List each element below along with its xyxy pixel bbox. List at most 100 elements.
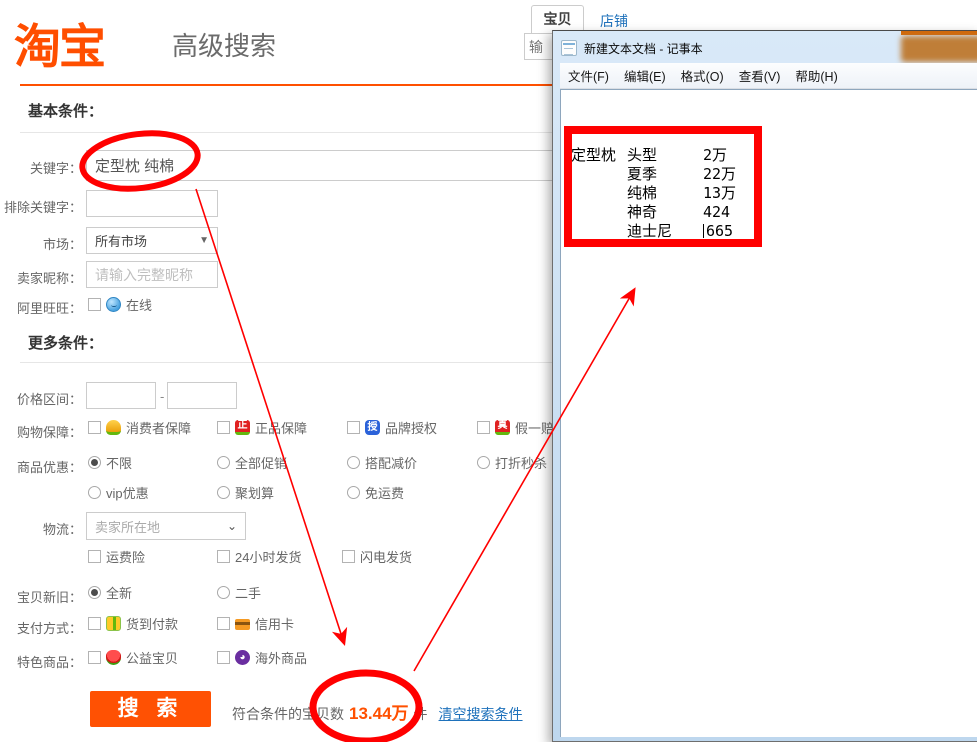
item-condition-label: 宝贝新旧： (0, 587, 82, 606)
fake-compensation-icon: 真 (495, 420, 510, 435)
result-count-prefix: 符合条件的宝贝数 (232, 704, 344, 724)
lightning-shipping-checkbox[interactable] (342, 550, 355, 563)
seller-nickname-input[interactable] (86, 261, 218, 288)
protection-option-label: 正品保障 (255, 418, 307, 437)
page-title: 高级搜索 (172, 26, 276, 63)
price-min-input[interactable] (86, 382, 156, 409)
logistics-option-label: 24小时发货 (235, 547, 301, 566)
payment-option-label: 信用卡 (255, 614, 294, 633)
logistics-option-lightning-shipping[interactable]: 闪电发货 (342, 547, 412, 566)
brand-auth-checkbox[interactable] (347, 421, 360, 434)
market-select[interactable]: 所有市场 ▼ (86, 227, 218, 254)
fake-compensation-checkbox[interactable] (477, 421, 490, 434)
menu-view[interactable]: 查看(V) (739, 66, 781, 85)
menu-format[interactable]: 格式(O) (681, 66, 724, 85)
menu-edit[interactable]: 编辑(E) (624, 66, 666, 85)
consumer-protection-checkbox[interactable] (88, 421, 101, 434)
promo-option-label: 打折秒杀 (495, 453, 547, 472)
logistics-option-freight-insurance[interactable]: 运费险 (88, 547, 145, 566)
shipping-24h-checkbox[interactable] (217, 550, 230, 563)
promo-vip-radio[interactable] (88, 486, 101, 499)
text-caret (703, 224, 704, 238)
condition-option-used[interactable]: 二手 (217, 583, 261, 602)
special-option-label: 海外商品 (255, 648, 307, 667)
payment-option-cod[interactable]: 货到付款 (88, 614, 178, 633)
taobao-logo: 淘宝 (14, 8, 104, 77)
brand-auth-icon: 授 (365, 420, 380, 435)
promo-option-unlimited[interactable]: 不限 (88, 453, 132, 472)
search-button[interactable]: 搜 索 (90, 691, 211, 727)
protection-option-genuine[interactable]: 正 正品保障 (217, 418, 307, 437)
cod-icon (106, 616, 121, 631)
tab-shop[interactable]: 店铺 (600, 11, 628, 31)
wangwang-online-checkbox[interactable] (88, 298, 101, 311)
freight-insurance-checkbox[interactable] (88, 550, 101, 563)
notepad-term: 迪士尼 (627, 222, 703, 241)
result-count-unit: 件 (414, 704, 428, 724)
promo-option-free-shipping[interactable]: 免运费 (347, 483, 404, 502)
protection-label: 购物保障： (0, 422, 82, 441)
menu-file[interactable]: 文件(F) (568, 66, 609, 85)
price-max-input[interactable] (167, 382, 237, 409)
exclude-keyword-input[interactable] (86, 190, 218, 217)
condition-used-radio[interactable] (217, 586, 230, 599)
promo-option-flash-sale[interactable]: 打折秒杀 (477, 453, 547, 472)
promo-option-label: vip优惠 (106, 483, 149, 502)
notepad-count: 13万 (703, 184, 736, 203)
credit-card-icon (235, 619, 250, 630)
dropdown-chevron-icon: ⌄ (227, 519, 237, 533)
promo-bundle-discount-radio[interactable] (347, 456, 360, 469)
promo-free-shipping-radio[interactable] (347, 486, 360, 499)
result-line: 符合条件的宝贝数 13.44万 件 清空搜索条件 (232, 699, 523, 724)
notepad-line: 纯棉 13万 (571, 184, 736, 203)
condition-option-label: 二手 (235, 583, 261, 602)
promo-option-label: 免运费 (365, 483, 404, 502)
menu-help[interactable]: 帮助(H) (795, 66, 837, 85)
tab-item[interactable]: 宝贝 (531, 5, 584, 33)
promo-option-bundle-discount[interactable]: 搭配减价 (347, 453, 417, 472)
promo-all-sales-radio[interactable] (217, 456, 230, 469)
credit-card-checkbox[interactable] (217, 617, 230, 630)
clear-search-link[interactable]: 清空搜索条件 (439, 704, 523, 724)
notepad-line: 夏季 22万 (571, 165, 736, 184)
cod-checkbox[interactable] (88, 617, 101, 630)
price-range-separator: - (160, 389, 164, 404)
condition-new-radio[interactable] (88, 586, 101, 599)
payment-label: 支付方式： (0, 618, 82, 637)
special-option-overseas[interactable]: ◕ 海外商品 (217, 648, 307, 667)
protection-option-consumer[interactable]: 消费者保障 (88, 418, 191, 437)
logistics-select[interactable]: 卖家所在地 ⌄ (86, 512, 246, 540)
promo-option-all-sales[interactable]: 全部促销 (217, 453, 287, 472)
logistics-option-24h-shipping[interactable]: 24小时发货 (217, 547, 301, 566)
notepad-keyword: 定型枕 (571, 146, 627, 165)
special-option-charity[interactable]: 公益宝贝 (88, 648, 178, 667)
condition-option-new[interactable]: 全新 (88, 583, 132, 602)
notepad-count: 665 (706, 222, 733, 240)
keyword-input[interactable] (86, 150, 556, 181)
overseas-icon: ◕ (235, 650, 250, 665)
promo-option-label: 搭配减价 (365, 453, 417, 472)
promo-option-vip[interactable]: vip优惠 (88, 483, 149, 502)
protection-option-brand-auth[interactable]: 授 品牌授权 (347, 418, 437, 437)
notepad-text-area[interactable]: 定型枕 头型 2万 夏季 22万 纯棉 13万 神奇 424 (560, 89, 977, 737)
promo-option-juhuasuan[interactable]: 聚划算 (217, 483, 274, 502)
payment-option-credit-card[interactable]: 信用卡 (217, 614, 294, 633)
notepad-line: 神奇 424 (571, 203, 736, 222)
notepad-line: 定型枕 头型 2万 (571, 146, 736, 165)
notepad-app-icon (561, 40, 577, 56)
notepad-term: 神奇 (627, 203, 703, 222)
dropdown-arrow-icon: ▼ (199, 235, 209, 246)
overseas-checkbox[interactable] (217, 651, 230, 664)
wangwang-online-option[interactable]: 在线 (88, 295, 152, 314)
notepad-term: 头型 (627, 146, 703, 165)
promo-unlimited-radio[interactable] (88, 456, 101, 469)
price-range-label: 价格区间： (0, 389, 82, 408)
notepad-document-text: 定型枕 头型 2万 夏季 22万 纯棉 13万 神奇 424 (571, 146, 736, 241)
notepad-term: 夏季 (627, 165, 703, 184)
genuine-protection-checkbox[interactable] (217, 421, 230, 434)
charity-checkbox[interactable] (88, 651, 101, 664)
promo-flash-sale-radio[interactable] (477, 456, 490, 469)
promo-juhuasuan-radio[interactable] (217, 486, 230, 499)
wangwang-online-option-label: 在线 (126, 295, 152, 314)
notepad-titlebar[interactable]: 新建文本文档 - 记事本 (561, 35, 977, 61)
